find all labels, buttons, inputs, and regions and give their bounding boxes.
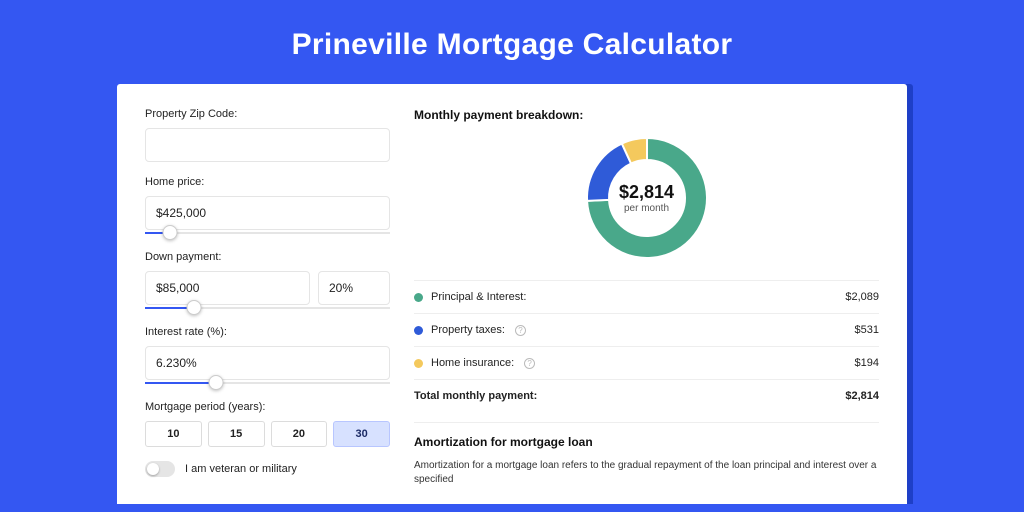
legend-dot-icon [414, 326, 423, 335]
interest-rate-input[interactable] [145, 346, 390, 380]
legend-total-row: Total monthly payment: $2,814 [414, 380, 879, 412]
period-option-10[interactable]: 10 [145, 421, 202, 447]
legend-value: $2,089 [845, 291, 879, 303]
veteran-toggle[interactable] [145, 461, 175, 477]
down-payment-label: Down payment: [145, 251, 390, 263]
zip-label: Property Zip Code: [145, 108, 390, 120]
period-option-15[interactable]: 15 [208, 421, 265, 447]
period-option-30[interactable]: 30 [333, 421, 390, 447]
amortization-body: Amortization for a mortgage loan refers … [414, 459, 879, 487]
info-icon[interactable]: ? [524, 358, 535, 369]
veteran-label: I am veteran or military [185, 463, 297, 475]
interest-rate-label: Interest rate (%): [145, 326, 390, 338]
down-payment-input[interactable] [145, 271, 310, 305]
info-icon[interactable]: ? [515, 325, 526, 336]
mortgage-period-field: Mortgage period (years): 10152030 [145, 401, 390, 447]
home-price-field: Home price: [145, 176, 390, 237]
legend-dot-icon [414, 293, 423, 302]
amortization-heading: Amortization for mortgage loan [414, 435, 879, 449]
slider-thumb-icon[interactable] [209, 375, 224, 390]
interest-rate-slider[interactable] [145, 379, 390, 387]
veteran-row: I am veteran or military [145, 461, 390, 477]
form-column: Property Zip Code: Home price: Down paym… [145, 108, 390, 487]
toggle-knob-icon [147, 463, 159, 475]
donut-center-sub: per month [624, 203, 669, 214]
slider-thumb-icon[interactable] [162, 225, 177, 240]
legend-total-value: $2,814 [845, 390, 879, 402]
legend-row: Principal & Interest: $2,089 [414, 281, 879, 314]
page-title: Prineville Mortgage Calculator [0, 0, 1024, 84]
mortgage-period-label: Mortgage period (years): [145, 401, 390, 413]
donut-chart-wrap: $2,814 per month [414, 134, 879, 262]
legend-label: Principal & Interest: [431, 291, 526, 303]
amortization-section: Amortization for mortgage loan Amortizat… [414, 422, 879, 487]
zip-field: Property Zip Code: [145, 108, 390, 162]
down-payment-field: Down payment: [145, 251, 390, 312]
mortgage-period-options: 10152030 [145, 421, 390, 447]
breakdown-heading: Monthly payment breakdown: [414, 108, 879, 122]
home-price-input[interactable] [145, 196, 390, 230]
legend-row: Home insurance:? $194 [414, 347, 879, 380]
legend: Principal & Interest: $2,089 Property taxe… [414, 280, 879, 412]
legend-row: Property taxes:? $531 [414, 314, 879, 347]
legend-total-label: Total monthly payment: [414, 390, 537, 402]
legend-label: Home insurance: [431, 357, 514, 369]
legend-value: $194 [855, 357, 879, 369]
breakdown-column: Monthly payment breakdown: $2,814 per mo… [414, 108, 879, 487]
calculator-card: Property Zip Code: Home price: Down paym… [117, 84, 907, 504]
slider-thumb-icon[interactable] [187, 300, 202, 315]
donut-center: $2,814 per month [583, 134, 711, 262]
legend-label: Property taxes: [431, 324, 505, 336]
home-price-slider[interactable] [145, 229, 390, 237]
zip-input[interactable] [145, 128, 390, 162]
legend-value: $531 [855, 324, 879, 336]
down-payment-slider[interactable] [145, 304, 390, 312]
donut-chart: $2,814 per month [583, 134, 711, 262]
period-option-20[interactable]: 20 [271, 421, 328, 447]
interest-rate-field: Interest rate (%): [145, 326, 390, 387]
donut-center-value: $2,814 [619, 182, 674, 203]
down-payment-pct-input[interactable] [318, 271, 390, 305]
home-price-label: Home price: [145, 176, 390, 188]
legend-dot-icon [414, 359, 423, 368]
